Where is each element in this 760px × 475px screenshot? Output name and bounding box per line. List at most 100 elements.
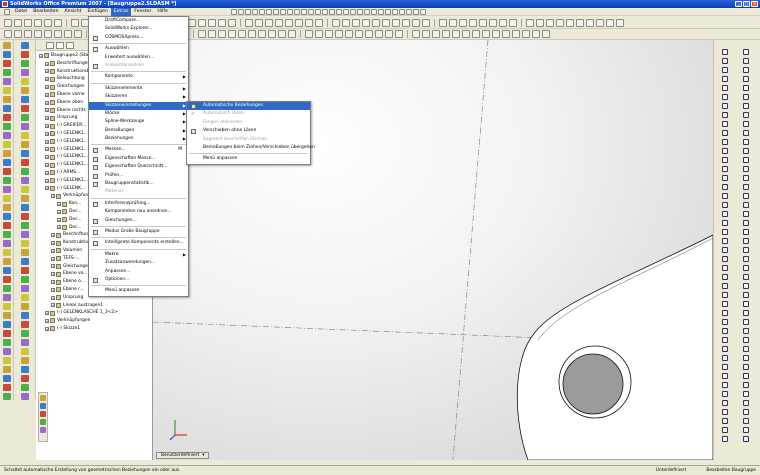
toolbar-tool-icon[interactable] <box>479 18 487 27</box>
tools-menu-skizzenelemente[interactable]: Skizzenelemente ▶ <box>89 85 188 93</box>
sketch-tool-icon[interactable] <box>722 229 728 235</box>
toolbar-tool-icon[interactable] <box>502 30 510 38</box>
toolbar-tool-icon[interactable] <box>442 30 450 38</box>
side-tool-icon[interactable] <box>20 348 29 355</box>
side-tool-icon[interactable] <box>20 330 29 337</box>
side-tool-icon[interactable] <box>2 195 11 202</box>
close-button[interactable]: × <box>751 1 758 7</box>
sketch-tool-icon[interactable] <box>743 76 749 82</box>
tools-menu-messen[interactable]: Messen... M <box>89 146 188 154</box>
sketch-tool-icon[interactable] <box>722 373 728 379</box>
tools-menu-spline-werkzeuge[interactable]: Spline-Werkzeuge ▶ <box>89 118 188 126</box>
side-tool-icon[interactable] <box>2 69 11 76</box>
toolbar-tool-icon[interactable] <box>44 18 52 27</box>
toolbar-tool-icon[interactable] <box>472 30 480 38</box>
submenu-automatische-beziehungen[interactable]: Automatische Beziehungen <box>187 102 310 111</box>
side-tool-icon[interactable] <box>20 51 29 58</box>
tree-node[interactable]: + (-) Skizze1 <box>36 325 152 333</box>
view-tab[interactable]: Benutzerdefiniert ▾ <box>156 452 210 459</box>
menubar-tool-icon[interactable] <box>328 8 335 15</box>
sketch-tool-icon[interactable] <box>722 58 728 64</box>
sketch-tool-icon[interactable] <box>722 85 728 91</box>
toolbar-tool-icon[interactable] <box>228 30 236 38</box>
maximize-button[interactable]: □ <box>743 1 750 7</box>
toolbar-tool-icon[interactable] <box>586 18 594 27</box>
toolbar-tool-icon[interactable] <box>335 30 343 38</box>
expand-icon[interactable]: + <box>45 85 49 90</box>
toolbar-tool-icon[interactable] <box>372 18 380 27</box>
expand-icon[interactable]: + <box>57 225 61 230</box>
tools-menu-eigenschaften-masse[interactable]: Eigenschaften Masse... <box>89 155 188 163</box>
menubar-tool-icon[interactable] <box>363 8 370 15</box>
toolbar-tool-icon[interactable] <box>275 18 283 27</box>
sketch-tool-icon[interactable] <box>743 283 749 289</box>
sketch-tool-icon[interactable] <box>722 256 728 262</box>
toolbar-tool-icon[interactable] <box>238 30 246 38</box>
expand-icon[interactable]: + <box>51 256 55 261</box>
menubar-tool-icon[interactable] <box>370 8 377 15</box>
toolbar-tool-icon[interactable] <box>412 30 420 38</box>
sketch-tool-icon[interactable] <box>743 184 749 190</box>
expand-icon[interactable]: + <box>45 318 49 323</box>
menubar-tool-icon[interactable] <box>335 8 342 15</box>
menubar-tool-icon[interactable] <box>272 8 279 15</box>
tools-menu-beziehungen[interactable]: Beziehungen ▶ <box>89 135 188 143</box>
toolbar-tool-icon[interactable] <box>492 30 500 38</box>
sketch-tool-icon[interactable] <box>722 427 728 433</box>
tools-menu-erweitert-auswählen[interactable]: Erweitert auswählen... <box>89 54 188 62</box>
toolbar-tool-icon[interactable] <box>24 30 32 38</box>
tree-node[interactable]: + Linear austragen1 <box>36 302 152 310</box>
side-tool-icon[interactable] <box>2 240 11 247</box>
menubar-tool-icon[interactable] <box>307 8 314 15</box>
expand-icon[interactable]: + <box>45 131 49 136</box>
float-tool-icon[interactable] <box>40 403 46 409</box>
sketch-tool-icon[interactable] <box>743 436 749 442</box>
sketch-tool-icon[interactable] <box>743 391 749 397</box>
side-tool-icon[interactable] <box>20 249 29 256</box>
side-tool-icon[interactable] <box>20 159 29 166</box>
tools-menu-prüfen[interactable]: Prüfen... <box>89 172 188 180</box>
side-tool-icon[interactable] <box>2 303 11 310</box>
side-tool-icon[interactable] <box>2 114 11 121</box>
sketch-tool-icon[interactable] <box>743 166 749 172</box>
app-menu-icon[interactable] <box>4 8 10 15</box>
sketch-tool-icon[interactable] <box>722 202 728 208</box>
menubar-tool-icon[interactable] <box>384 8 391 15</box>
expand-icon[interactable]: + <box>51 194 55 199</box>
tools-menu-komponenten-neu-anordnen[interactable]: Komponenten neu anordnen... <box>89 208 188 216</box>
expand-icon[interactable]: + <box>45 100 49 105</box>
toolbar-tool-icon[interactable] <box>532 30 540 38</box>
side-tool-icon[interactable] <box>2 177 11 184</box>
sketch-tool-icon[interactable] <box>722 121 728 127</box>
toolbar-tool-icon[interactable] <box>4 18 12 27</box>
float-tool-icon[interactable] <box>40 411 46 417</box>
expand-icon[interactable]: + <box>45 108 49 113</box>
sketch-tool-icon[interactable] <box>722 184 728 190</box>
menu-hilfe[interactable]: Hilfe <box>154 8 170 16</box>
side-tool-icon[interactable] <box>2 105 11 112</box>
expand-icon[interactable]: + <box>57 209 61 214</box>
side-tool-icon[interactable] <box>20 240 29 247</box>
sketch-tool-icon[interactable] <box>722 220 728 226</box>
side-tool-icon[interactable] <box>2 393 11 400</box>
sketch-tool-icon[interactable] <box>722 337 728 343</box>
sketch-tool-icon[interactable] <box>722 175 728 181</box>
expand-icon[interactable]: + <box>45 139 49 144</box>
tools-menu-intelligente-komponente-erstellen[interactable]: Intelligente Komponente erstellen... <box>89 239 188 247</box>
side-tool-icon[interactable] <box>20 168 29 175</box>
expand-icon[interactable]: + <box>51 272 55 277</box>
side-tool-icon[interactable] <box>20 321 29 328</box>
submenu-verschieben-ohne-lösen[interactable]: Verschieben ohne Lösen <box>187 127 310 135</box>
sketch-tool-icon[interactable] <box>743 274 749 280</box>
toolbar-tool-icon[interactable] <box>14 30 22 38</box>
sketch-tool-icon[interactable] <box>722 130 728 136</box>
sketch-tool-icon[interactable] <box>743 157 749 163</box>
toolbar-tool-icon[interactable] <box>402 18 410 27</box>
toolbar-tool-icon[interactable] <box>385 30 393 38</box>
toolbar-tool-icon[interactable] <box>342 18 350 27</box>
side-tool-icon[interactable] <box>20 213 29 220</box>
toolbar-tool-icon[interactable] <box>606 18 614 27</box>
expand-icon[interactable]: + <box>51 280 55 284</box>
expand-icon[interactable]: + <box>51 264 55 269</box>
toolbar-tool-icon[interactable] <box>64 30 72 38</box>
